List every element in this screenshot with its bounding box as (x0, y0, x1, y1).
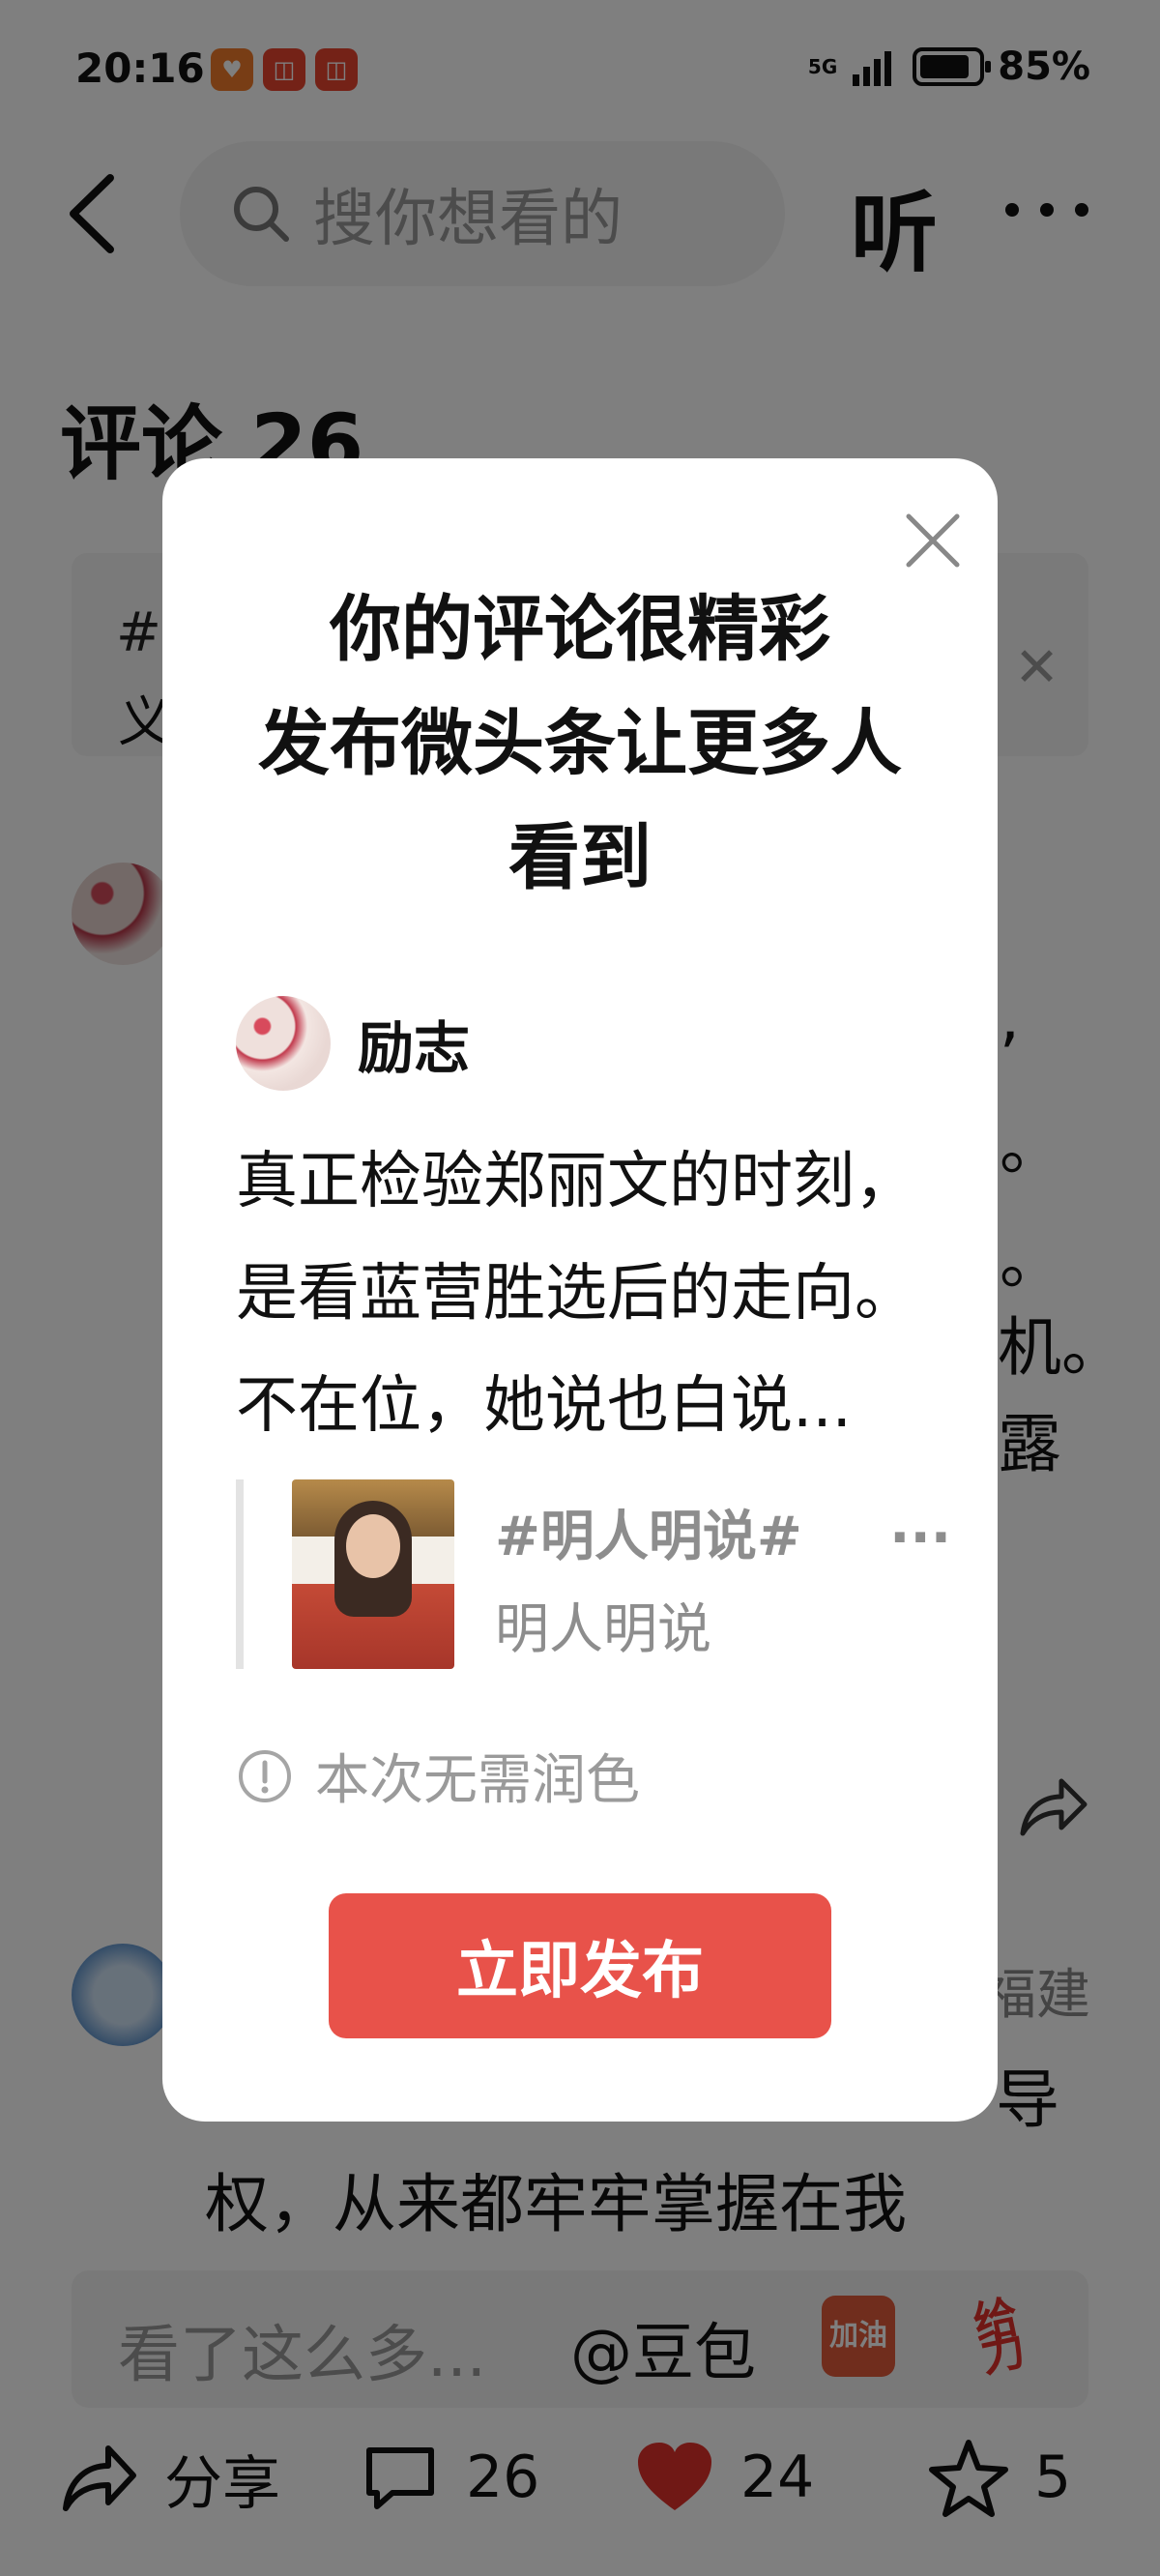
article-thumbnail (292, 1479, 454, 1669)
comment-line: 不在位，她说也白说... (236, 1370, 853, 1442)
author-row: 励志 (236, 996, 470, 1091)
modal-title-line: 你的评论很精彩 (330, 588, 830, 671)
modal-title: 你的评论很精彩 发布微头条让更多人 看到 (162, 572, 998, 915)
quoted-article-source: 明人明说 (495, 1598, 711, 1661)
quoted-article-ellipsis: ... (889, 1493, 951, 1556)
quote-divider (236, 1479, 244, 1669)
quoted-article-title: #明人明说# (495, 1506, 802, 1568)
avatar (236, 996, 331, 1091)
publish-now-button[interactable]: 立即发布 (329, 1893, 831, 2038)
comment-preview: 真正检验郑丽文的时刻， 是看蓝营胜选后的走向。 不在位，她说也白说... (236, 1126, 971, 1462)
modal-title-line: 发布微头条让更多人 (258, 702, 902, 785)
publish-modal: 你的评论很精彩 发布微头条让更多人 看到 励志 真正检验郑丽文的时刻， 是看蓝营… (162, 458, 998, 2122)
comment-line: 真正检验郑丽文的时刻， (236, 1146, 916, 1217)
polish-hint: 本次无需润色 (236, 1737, 640, 1815)
close-icon[interactable] (899, 507, 967, 574)
info-icon (239, 1749, 291, 1802)
quoted-article: #明人明说# ... 明人明说 (236, 1479, 951, 1669)
comment-line: 是看蓝营胜选后的走向。 (236, 1258, 916, 1330)
modal-title-line: 看到 (508, 816, 652, 899)
author-name: 励志 (358, 1015, 471, 1081)
polish-hint-text: 本次无需润色 (315, 1749, 640, 1812)
